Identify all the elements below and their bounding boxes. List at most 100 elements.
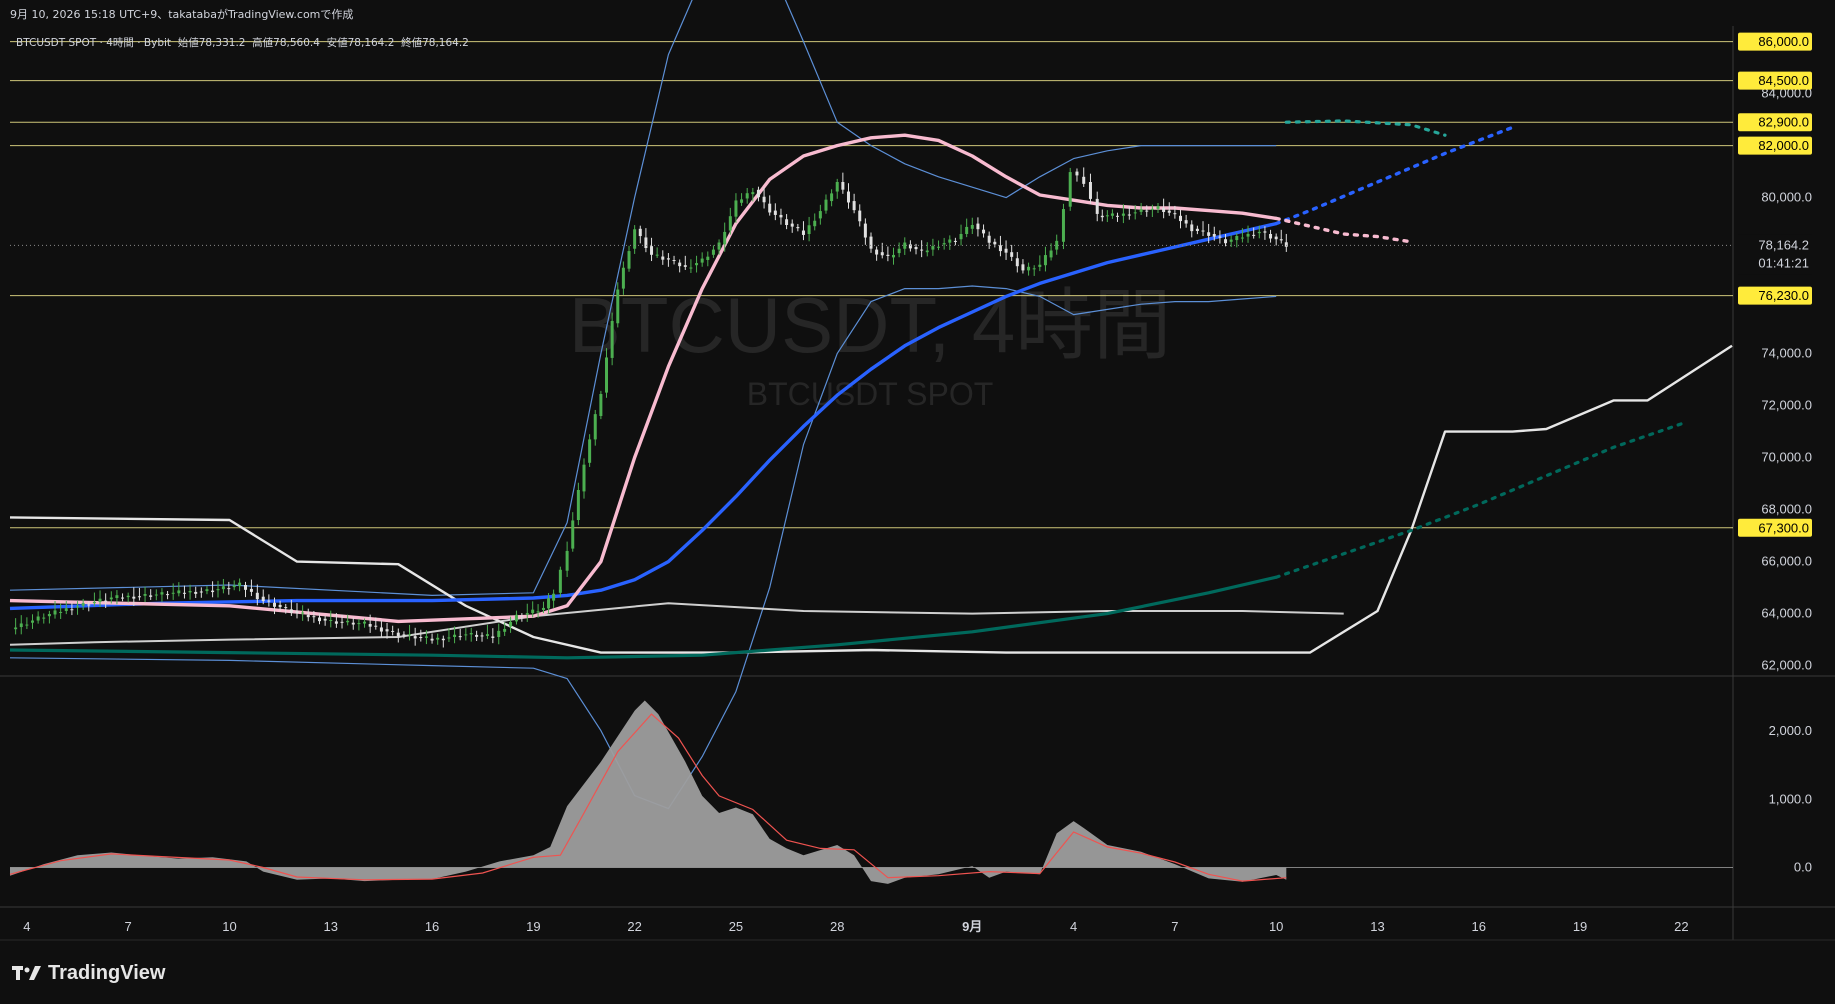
candle-body xyxy=(610,320,614,358)
candle-body xyxy=(1184,220,1188,224)
candle-body xyxy=(334,621,338,624)
candle-body xyxy=(813,220,817,227)
candle-body xyxy=(25,624,29,626)
candle-body xyxy=(672,260,676,261)
candle-body xyxy=(351,622,355,625)
candle-body xyxy=(841,182,845,190)
candle-body xyxy=(115,595,119,598)
candle-body xyxy=(863,223,867,238)
candle-body xyxy=(993,241,997,245)
candle-body xyxy=(53,610,57,615)
candle-body xyxy=(931,246,935,250)
candle-body xyxy=(1055,240,1059,250)
candle-body xyxy=(824,199,828,211)
candle-body xyxy=(976,223,980,230)
candle-body xyxy=(1257,231,1261,234)
candle-body xyxy=(318,617,322,622)
candle-body xyxy=(1115,215,1119,217)
candle-body xyxy=(491,636,495,638)
price-tick-label: 80,000.0 xyxy=(1761,190,1812,205)
time-tick-label: 28 xyxy=(830,919,844,934)
candle-body xyxy=(1027,266,1031,271)
candle-body xyxy=(14,627,18,630)
candle-body xyxy=(42,617,46,619)
candle-body xyxy=(1105,215,1109,217)
candle-body xyxy=(70,609,74,611)
candle-body xyxy=(740,199,744,203)
candle-body xyxy=(194,591,198,594)
candle-body xyxy=(582,464,586,492)
candle-body xyxy=(1049,250,1053,258)
candle-body xyxy=(289,609,293,613)
candle-body xyxy=(267,600,271,602)
candle-body xyxy=(368,624,372,627)
candle-body xyxy=(1095,198,1099,214)
candle-body xyxy=(852,201,856,211)
candle-body xyxy=(76,606,80,608)
candle-body xyxy=(638,228,642,237)
candle-body xyxy=(689,267,693,269)
watermark-sub: BTCUSDT SPOT xyxy=(747,376,994,412)
candle-body xyxy=(790,223,794,227)
candle-body xyxy=(1240,237,1244,239)
level-label-text: 82,000.0 xyxy=(1758,138,1809,153)
candle-body xyxy=(1068,172,1072,207)
candle-body xyxy=(875,249,879,255)
candle-body xyxy=(588,439,592,463)
candle-body xyxy=(154,594,158,596)
candle-body xyxy=(503,628,507,632)
candle-body xyxy=(1150,208,1154,210)
low-label: 安値 xyxy=(326,37,348,49)
candle-body xyxy=(497,630,501,637)
candle-body xyxy=(723,231,727,245)
candle-body xyxy=(64,608,68,611)
candle-body xyxy=(284,607,288,609)
candle-body xyxy=(1263,231,1267,233)
candle-body xyxy=(177,590,181,594)
candle-body xyxy=(1127,214,1131,216)
price-tick-label: 74,000.0 xyxy=(1761,346,1812,361)
tradingview-logo[interactable]: TradingView xyxy=(12,962,165,985)
candle-body xyxy=(424,636,428,638)
candle-body xyxy=(19,623,23,628)
candle-body xyxy=(98,598,102,602)
candle-body xyxy=(1179,215,1183,222)
price-tick-label: 70,000.0 xyxy=(1761,450,1812,465)
candle-body xyxy=(987,235,991,243)
candle-body xyxy=(109,597,113,600)
time-tick-label: 4 xyxy=(23,919,30,934)
candle-body xyxy=(762,196,766,203)
candle-body xyxy=(419,637,423,638)
candle-body xyxy=(970,225,974,229)
candle-body xyxy=(430,638,434,641)
candle-body xyxy=(751,192,755,195)
level-label: 76,230.0 xyxy=(1738,286,1812,305)
candle-body xyxy=(655,254,659,256)
brand-name: TradingView xyxy=(48,962,166,984)
candle-body xyxy=(678,262,682,267)
candle-body xyxy=(1133,212,1137,214)
candle-body xyxy=(830,193,834,202)
candle-body xyxy=(801,230,805,235)
chart-canvas[interactable]: BTCUSDT, 4時間 BTCUSDT SPOT 62,000.0 64,000… xyxy=(0,0,1835,1004)
candle-body xyxy=(323,618,327,621)
ohlc-legend: BTCUSDT SPOT · 4時間 · Bybit 始値78,331.2 高値… xyxy=(16,35,469,50)
open-value: 78,331.2 xyxy=(198,37,246,49)
candle-body xyxy=(1156,206,1160,209)
candle-body xyxy=(998,245,1002,252)
candle-body xyxy=(396,632,400,637)
candle-body xyxy=(81,603,85,606)
candle-body xyxy=(509,621,513,627)
time-tick-label: 19 xyxy=(526,919,540,934)
candle-body xyxy=(920,249,924,251)
level-label: 84,500.0 xyxy=(1738,71,1812,90)
candle-body xyxy=(1162,208,1166,213)
candle-body xyxy=(306,614,310,618)
candle-body xyxy=(1229,239,1233,242)
candle-body xyxy=(644,237,648,249)
low-value: 78,164.2 xyxy=(347,37,395,49)
candle-body xyxy=(942,243,946,245)
price-readout-value: 78,164.2 xyxy=(1758,237,1809,252)
candle-body xyxy=(695,263,699,266)
symbol-info[interactable]: BTCUSDT SPOT · 4時間 · Bybit xyxy=(16,37,171,49)
